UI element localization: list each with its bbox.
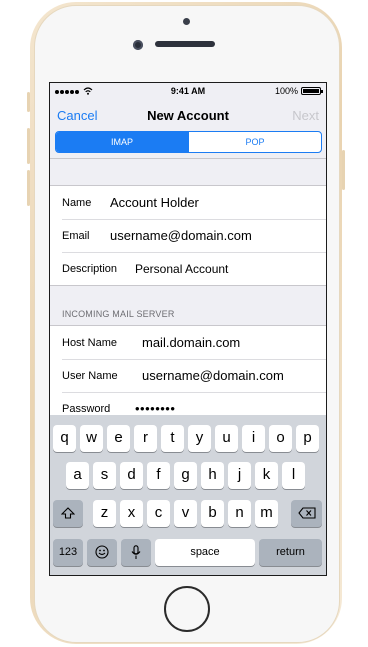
key-j[interactable]: j	[228, 462, 251, 489]
key-q[interactable]: q	[53, 425, 76, 452]
shift-icon	[60, 507, 76, 519]
battery-icon	[301, 87, 323, 95]
segment-pop[interactable]: POP	[188, 132, 321, 152]
user-row[interactable]: User Name username@domain.com	[50, 359, 326, 392]
user-field[interactable]: username@domain.com	[142, 368, 284, 383]
status-right: 100%	[274, 86, 323, 96]
key-s[interactable]: s	[93, 462, 116, 489]
mute-switch	[27, 92, 30, 112]
protocol-segmented-control: IMAP POP	[55, 131, 322, 153]
delete-key[interactable]	[291, 500, 322, 527]
key-x[interactable]: x	[120, 500, 143, 527]
host-row[interactable]: Host Name mail.domain.com	[50, 326, 326, 359]
keyboard: q w e r t y u i o p a s d f g h j k l z …	[50, 415, 326, 575]
incoming-server-group: Host Name mail.domain.com User Name user…	[50, 325, 326, 426]
power-button	[342, 150, 345, 190]
key-h[interactable]: h	[201, 462, 224, 489]
space-key[interactable]: space	[155, 539, 255, 566]
volume-down-button	[27, 170, 30, 206]
screen: 9:41 AM 100% Cancel New Account Next IMA…	[49, 82, 327, 576]
host-label: Host Name	[62, 337, 118, 349]
numbers-key[interactable]: 123	[53, 539, 83, 566]
name-field[interactable]: Account Holder	[110, 195, 199, 210]
key-n[interactable]: n	[228, 500, 251, 527]
email-row[interactable]: Email username@domain.com	[50, 219, 326, 252]
key-v[interactable]: v	[174, 500, 197, 527]
key-l[interactable]: l	[282, 462, 305, 489]
key-p[interactable]: p	[296, 425, 319, 452]
key-i[interactable]: i	[242, 425, 265, 452]
account-info-group: Name Account Holder Email username@domai…	[50, 185, 326, 286]
dictation-key[interactable]	[121, 539, 151, 566]
password-field[interactable]: ••••••••	[135, 401, 175, 416]
password-label: Password	[62, 403, 111, 415]
description-label: Description	[62, 263, 118, 275]
key-m[interactable]: m	[255, 500, 278, 527]
description-field[interactable]: Personal Account	[135, 262, 228, 276]
key-d[interactable]: d	[120, 462, 143, 489]
key-z[interactable]: z	[93, 500, 116, 527]
key-o[interactable]: o	[269, 425, 292, 452]
key-y[interactable]: y	[188, 425, 211, 452]
toolbar-divider	[50, 158, 326, 159]
status-bar: 9:41 AM 100%	[50, 83, 326, 99]
volume-up-button	[27, 128, 30, 164]
incoming-server-header: INCOMING MAIL SERVER	[62, 309, 175, 319]
key-f[interactable]: f	[147, 462, 170, 489]
host-field[interactable]: mail.domain.com	[142, 335, 240, 350]
email-field[interactable]: username@domain.com	[110, 228, 252, 243]
description-row[interactable]: Description Personal Account	[50, 252, 326, 285]
key-g[interactable]: g	[174, 462, 197, 489]
page-title: New Account	[147, 108, 229, 123]
name-row[interactable]: Name Account Holder	[50, 186, 326, 219]
navigation-bar: Cancel New Account Next	[50, 99, 326, 131]
return-key[interactable]: return	[259, 539, 322, 566]
key-t[interactable]: t	[161, 425, 184, 452]
microphone-icon	[131, 545, 141, 559]
front-camera	[133, 40, 143, 50]
key-e[interactable]: e	[107, 425, 130, 452]
key-w[interactable]: w	[80, 425, 103, 452]
emoji-key[interactable]	[87, 539, 117, 566]
user-label: User Name	[62, 370, 118, 382]
shift-key[interactable]	[53, 500, 83, 527]
next-button[interactable]: Next	[292, 108, 319, 123]
name-label: Name	[62, 197, 92, 209]
email-label: Email	[62, 230, 90, 242]
key-a[interactable]: a	[66, 462, 89, 489]
key-u[interactable]: u	[215, 425, 238, 452]
earpiece-speaker	[155, 41, 215, 47]
key-b[interactable]: b	[201, 500, 224, 527]
key-k[interactable]: k	[255, 462, 278, 489]
emoji-icon	[95, 545, 109, 559]
segment-imap[interactable]: IMAP	[56, 132, 188, 152]
key-c[interactable]: c	[147, 500, 170, 527]
key-r[interactable]: r	[134, 425, 157, 452]
backspace-icon	[297, 507, 316, 519]
battery-percent: 100%	[274, 86, 298, 96]
home-button[interactable]	[164, 586, 210, 632]
proximity-sensor	[183, 18, 190, 25]
